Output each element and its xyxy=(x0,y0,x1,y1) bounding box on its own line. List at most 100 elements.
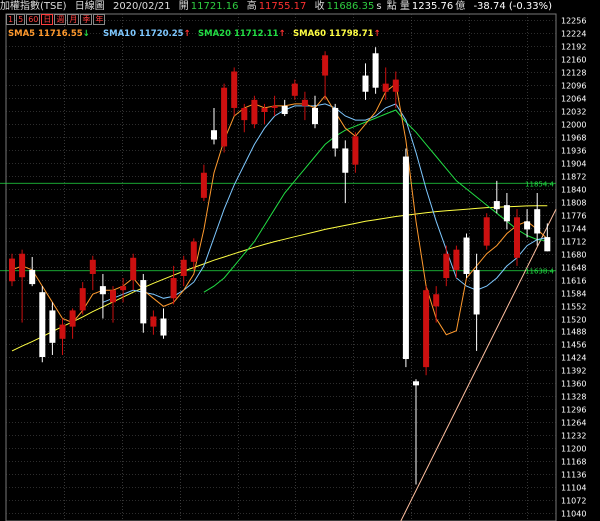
candle-body xyxy=(79,288,86,311)
y-tick-label: 11296 xyxy=(561,406,586,415)
candle-body xyxy=(200,172,207,198)
y-tick-label: 11200 xyxy=(561,445,586,454)
y-tick-label: 11584 xyxy=(561,290,586,299)
tab-year[interactable]: 年 xyxy=(93,14,106,25)
candle-body xyxy=(544,237,551,252)
legend-name: SMA5 xyxy=(8,29,38,39)
candle xyxy=(39,286,46,363)
candle-body xyxy=(503,205,510,222)
candle-body xyxy=(9,258,15,282)
candle-body xyxy=(291,83,298,96)
sma60-line xyxy=(11,205,548,352)
moving-average-lines xyxy=(11,82,548,352)
candle-body xyxy=(130,257,137,281)
tab-week[interactable]: 週 xyxy=(54,14,67,25)
y-tick-label: 12000 xyxy=(561,121,586,130)
candle-body xyxy=(59,324,66,339)
legend-sma20: SMA20 11712.11↑ xyxy=(198,29,286,39)
tab-1[interactable]: 1 xyxy=(6,14,16,25)
candle-body xyxy=(382,83,389,92)
legend-arrow: ↑ xyxy=(374,29,381,39)
open-value: 11721.16 xyxy=(190,1,239,12)
candle xyxy=(170,265,177,305)
candle-body xyxy=(524,221,531,230)
candle xyxy=(493,180,500,214)
y-tick-label: 11968 xyxy=(561,134,586,143)
chart-kind: 日線圖 xyxy=(74,1,105,12)
candle-body xyxy=(49,310,56,343)
candle-body xyxy=(150,316,157,327)
candle-body xyxy=(322,55,329,76)
y-tick-label: 11392 xyxy=(561,367,586,376)
candle xyxy=(433,286,440,323)
candle xyxy=(301,91,308,121)
candle xyxy=(342,140,349,204)
candle xyxy=(271,95,278,117)
legend-name: SMA60 xyxy=(293,29,329,39)
tab-day[interactable]: 日 xyxy=(41,14,54,25)
candle xyxy=(392,71,399,108)
reference-label: 11638.4 xyxy=(525,268,554,276)
candle-body xyxy=(423,290,430,368)
y-tick-label: 11136 xyxy=(561,471,586,480)
candle-body xyxy=(110,290,116,303)
close-label: 收 xyxy=(314,1,325,12)
candle xyxy=(291,79,298,100)
ma-legend: SMA5 11716.55↓ SMA10 11720.25↑ SMA20 11712… xyxy=(8,29,381,39)
candle-body xyxy=(120,286,127,291)
candle xyxy=(19,249,26,323)
y-tick-label: 11840 xyxy=(561,186,586,195)
candle xyxy=(362,63,369,100)
candle xyxy=(322,51,329,100)
candle-body xyxy=(514,217,520,258)
candle-body xyxy=(99,286,106,295)
candle xyxy=(372,47,379,94)
candle-body xyxy=(372,53,379,88)
candle xyxy=(211,107,217,145)
legend-value: 11716.55 xyxy=(38,29,83,39)
candle-body xyxy=(493,201,500,210)
legend-arrow: ↑ xyxy=(184,29,191,39)
candle-body xyxy=(443,253,450,279)
legend-value: 11712.11 xyxy=(234,29,279,39)
candle-body xyxy=(453,249,460,270)
candle xyxy=(150,310,157,335)
candle-body xyxy=(241,107,248,121)
y-tick-label: 11168 xyxy=(561,458,586,467)
y-tick-label: 11232 xyxy=(561,432,586,441)
candle xyxy=(9,253,15,287)
candle-body xyxy=(332,107,339,149)
y-tick-label: 11360 xyxy=(561,380,586,389)
candle xyxy=(503,192,510,230)
candle-body xyxy=(463,237,470,274)
y-tick-label: 12192 xyxy=(561,43,586,52)
candle-body xyxy=(160,318,167,336)
candle-body xyxy=(362,75,369,92)
legend-name: SMA10 xyxy=(103,29,139,39)
candle xyxy=(241,103,248,133)
reference-label: 11854.4 xyxy=(525,180,554,188)
y-tick-label: 12128 xyxy=(561,69,586,78)
candle-body xyxy=(89,259,96,274)
candle xyxy=(524,209,531,238)
sma10-line xyxy=(102,103,548,303)
tab-5[interactable]: 5 xyxy=(16,14,26,25)
price-axis: 11040 11072 11104 11136 11168 11200 11232 11264… xyxy=(561,17,586,519)
y-tick-label: 11648 xyxy=(561,264,586,273)
candle-body xyxy=(301,99,308,106)
y-tick-label: 11872 xyxy=(561,173,586,182)
reference-lines xyxy=(0,182,556,272)
candle-body xyxy=(221,87,228,147)
tab-60[interactable]: 60 xyxy=(26,14,41,25)
y-tick-label: 11712 xyxy=(561,238,586,247)
tab-month[interactable]: 月 xyxy=(67,14,80,25)
y-tick-label: 11808 xyxy=(561,199,586,208)
tab-season[interactable]: 季 xyxy=(80,14,93,25)
y-tick-label: 11936 xyxy=(561,147,586,156)
y-tick-label: 11040 xyxy=(561,510,586,519)
close-flag: s xyxy=(376,1,382,12)
candle-body xyxy=(69,310,76,327)
candle xyxy=(130,253,137,291)
candle xyxy=(443,245,450,287)
volume-value: 1235.76 xyxy=(411,1,454,12)
